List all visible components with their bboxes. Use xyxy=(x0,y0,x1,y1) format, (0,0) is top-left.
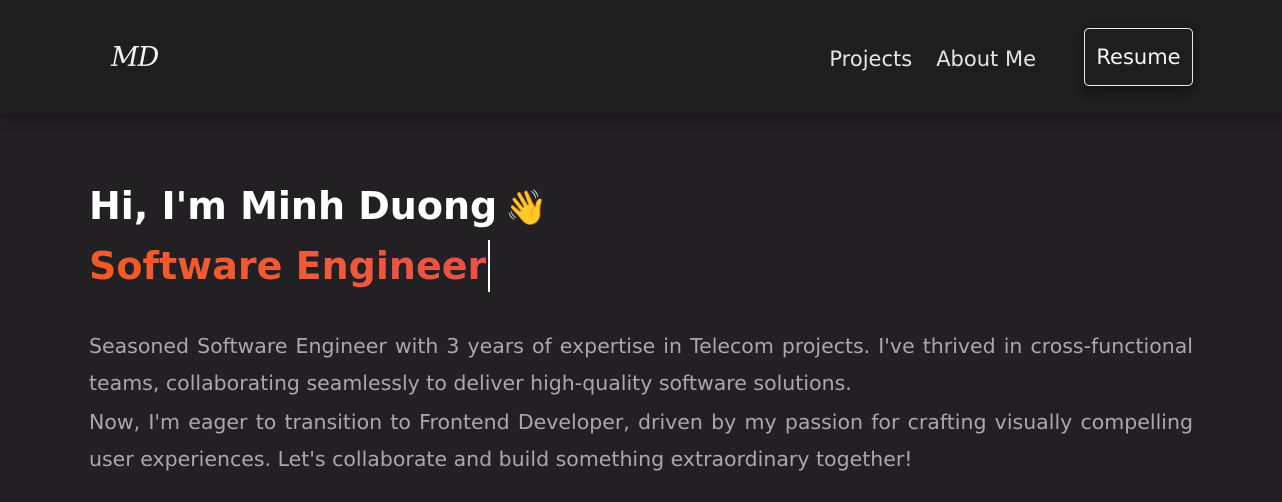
typing-cursor xyxy=(488,240,491,292)
nav-links: Projects About Me xyxy=(829,40,1036,78)
hero-greeting-heading: Hi, I'm Minh Duong 👋 xyxy=(89,180,1193,234)
logo[interactable]: MD xyxy=(111,38,159,78)
role-heading: Software Engineer xyxy=(89,240,1193,292)
nav-link-projects[interactable]: Projects xyxy=(829,40,912,78)
resume-button[interactable]: Resume xyxy=(1084,28,1193,86)
navbar: MD Projects About Me Resume xyxy=(0,0,1282,114)
greeting-text: Hi, I'm Minh Duong xyxy=(89,184,498,228)
bio: Seasoned Software Engineer with 3 years … xyxy=(89,328,1193,478)
bio-paragraph-1: Seasoned Software Engineer with 3 years … xyxy=(89,334,1193,395)
nav-link-about-me[interactable]: About Me xyxy=(936,40,1036,78)
waving-hand-icon: 👋 xyxy=(505,188,548,228)
hero-section: Hi, I'm Minh Duong 👋 Software Engineer Se… xyxy=(89,180,1193,480)
role-text: Software Engineer xyxy=(89,240,486,292)
bio-paragraph-2: Now, I'm eager to transition to Frontend… xyxy=(89,410,1193,471)
